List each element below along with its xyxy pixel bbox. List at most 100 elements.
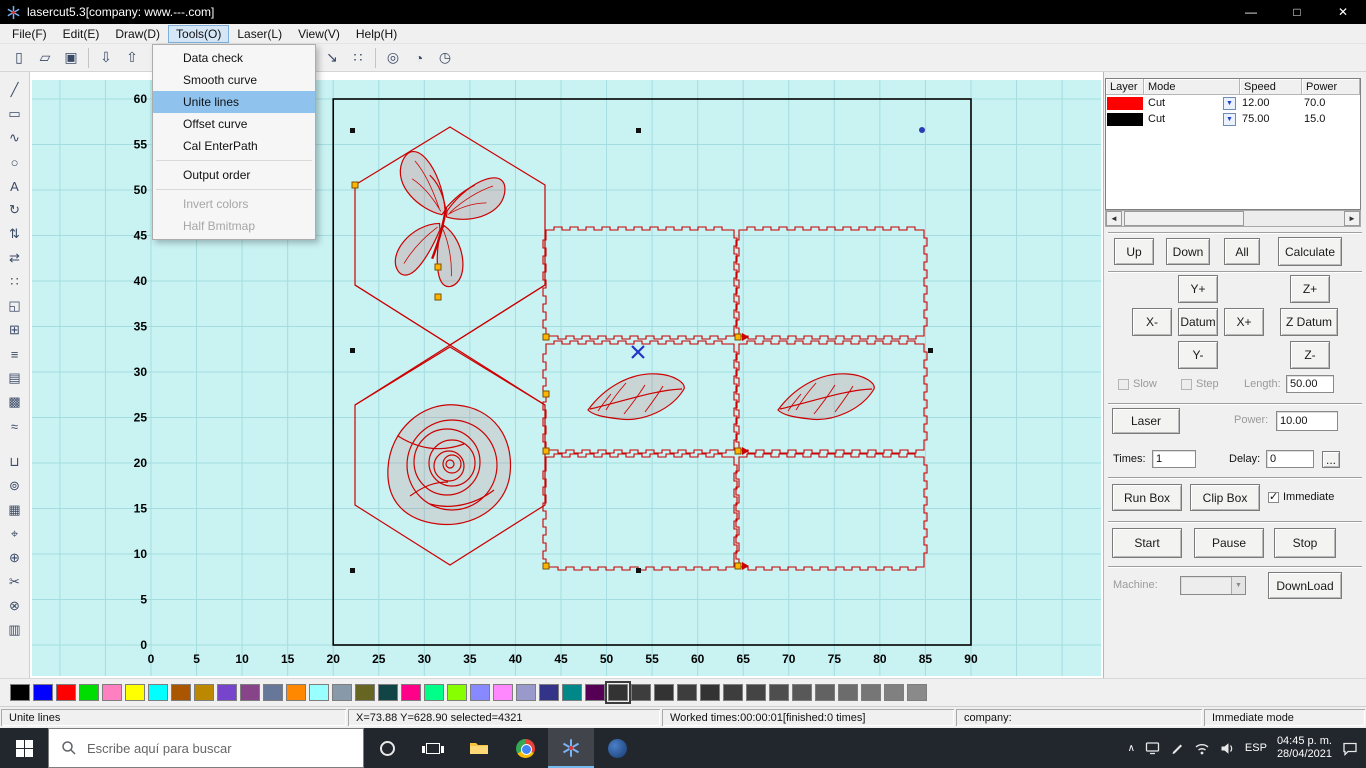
palette-swatch[interactable]	[286, 684, 306, 701]
menu-item-view-v[interactable]: View(V)	[290, 25, 348, 43]
tray-display-icon[interactable]	[1145, 741, 1160, 755]
center-point-icon[interactable]: ⌖	[3, 522, 27, 546]
palette-swatch[interactable]	[79, 684, 99, 701]
menu-item-tools-o[interactable]: Tools(O)	[168, 24, 230, 43]
smooth-icon[interactable]: ≈	[3, 414, 27, 438]
palette-swatch[interactable]	[263, 684, 283, 701]
tray-network-icon[interactable]	[1194, 742, 1210, 755]
ungroup-icon[interactable]: ⊗	[3, 594, 27, 618]
menu-item-file-f[interactable]: File(F)	[4, 25, 55, 43]
scale-icon[interactable]: ◱	[3, 294, 27, 318]
palette-swatch[interactable]	[355, 684, 375, 701]
taskbar-clock[interactable]: 04:45 p. m. 28/04/2021	[1277, 735, 1332, 761]
clip-box-button[interactable]: Clip Box	[1190, 484, 1260, 511]
slow-checkbox[interactable]	[1118, 378, 1129, 390]
menu-item-laser-l[interactable]: Laser(L)	[229, 25, 290, 43]
palette-swatch[interactable]	[10, 684, 30, 701]
palette-swatch[interactable]	[838, 684, 858, 701]
power-input[interactable]: 10.00	[1276, 411, 1338, 431]
palette-swatch[interactable]	[792, 684, 812, 701]
draw-rectangle-icon[interactable]: ▭	[3, 102, 27, 126]
column-header-power[interactable]: Power	[1302, 79, 1360, 95]
palette-swatch[interactable]	[585, 684, 605, 701]
palette-swatch[interactable]	[907, 684, 927, 701]
palette-swatch[interactable]	[769, 684, 789, 701]
hatch-icon[interactable]: ▤	[3, 366, 27, 390]
palette-swatch[interactable]	[677, 684, 697, 701]
machine-select[interactable]: ▼	[1180, 576, 1246, 595]
times-input[interactable]: 1	[1152, 450, 1196, 468]
draw-text-icon[interactable]: A	[3, 174, 27, 198]
weld-icon[interactable]: ⊔	[3, 450, 27, 474]
palette-swatch[interactable]	[125, 684, 145, 701]
layer-mode-dropdown[interactable]: ▼	[1223, 112, 1236, 126]
new-file-icon[interactable]: ▯	[6, 46, 32, 70]
simulate-icon[interactable]: ◔	[406, 46, 432, 70]
close-button[interactable]: ✕	[1320, 0, 1366, 24]
jog-z-minus-button[interactable]: Z-	[1290, 341, 1330, 369]
palette-swatch[interactable]	[539, 684, 559, 701]
menu-item-help-h[interactable]: Help(H)	[348, 25, 405, 43]
scroll-right-button[interactable]: ►	[1344, 211, 1360, 226]
jog-y-minus-button[interactable]: Y-	[1178, 341, 1218, 369]
tools-menu-item-data-check[interactable]: Data check	[153, 47, 315, 69]
minimize-button[interactable]: —	[1228, 0, 1274, 24]
notification-icon[interactable]	[1342, 741, 1358, 756]
jog-x-plus-button[interactable]: X+	[1224, 308, 1264, 336]
jog-y-plus-button[interactable]: Y+	[1178, 275, 1218, 303]
tools-menu-item-unite-lines[interactable]: Unite lines	[153, 91, 315, 113]
tools-menu-item-cal-enterpath[interactable]: Cal EnterPath	[153, 135, 315, 157]
palette-swatch[interactable]	[240, 684, 260, 701]
palette-swatch[interactable]	[102, 684, 122, 701]
jog-z-plus-button[interactable]: Z+	[1290, 275, 1330, 303]
taskbar-lasercut[interactable]	[548, 728, 594, 768]
palette-swatch[interactable]	[56, 684, 76, 701]
palette-swatch[interactable]	[447, 684, 467, 701]
stop-button[interactable]: Stop	[1274, 528, 1336, 558]
palette-swatch[interactable]	[33, 684, 53, 701]
rotate-icon[interactable]: ↻	[3, 198, 27, 222]
down-button[interactable]: Down	[1166, 238, 1210, 265]
cortana-button[interactable]	[364, 728, 410, 768]
taskbar-file-explorer[interactable]	[456, 728, 502, 768]
align-icon[interactable]: ≡	[3, 342, 27, 366]
palette-swatch[interactable]	[746, 684, 766, 701]
time-estimate-icon[interactable]: ◷	[432, 46, 458, 70]
palette-swatch[interactable]	[884, 684, 904, 701]
group-icon[interactable]: ⊕	[3, 546, 27, 570]
language-indicator[interactable]: ESP	[1245, 742, 1267, 754]
tools-menu-item-smooth-curve[interactable]: Smooth curve	[153, 69, 315, 91]
layer-mode-dropdown[interactable]: ▼	[1223, 96, 1236, 110]
palette-swatch[interactable]	[605, 681, 631, 704]
palette-swatch[interactable]	[309, 684, 329, 701]
taskbar-chrome[interactable]	[502, 728, 548, 768]
mirror-horizontal-icon[interactable]: ⇄	[3, 246, 27, 270]
chevron-down-icon[interactable]: ▼	[1231, 577, 1245, 594]
tools-menu-item-output-order[interactable]: Output order	[153, 164, 315, 186]
column-header-mode[interactable]: Mode	[1144, 79, 1240, 95]
jog-x-minus-button[interactable]: X-	[1132, 308, 1172, 336]
layer-table-scrollbar[interactable]: ◄ ►	[1105, 210, 1361, 227]
data-check-icon[interactable]: ◎	[380, 46, 406, 70]
palette-swatch[interactable]	[401, 684, 421, 701]
array-copy-icon[interactable]: ∷	[345, 46, 371, 70]
tray-expand-icon[interactable]: ∧	[1128, 743, 1135, 754]
palette-swatch[interactable]	[861, 684, 881, 701]
z-datum-button[interactable]: Z Datum	[1280, 308, 1338, 336]
start-button[interactable]: Start	[1112, 528, 1182, 558]
palette-swatch[interactable]	[470, 684, 490, 701]
palette-swatch[interactable]	[194, 684, 214, 701]
palette-swatch[interactable]	[424, 684, 444, 701]
pause-button[interactable]: Pause	[1194, 528, 1264, 558]
datum-button[interactable]: Datum	[1178, 308, 1218, 336]
layer-row[interactable]: Cut ▼ 75.00 15.0	[1106, 111, 1360, 127]
up-button[interactable]: Up	[1114, 238, 1154, 265]
mirror-vertical-icon[interactable]: ⇅	[3, 222, 27, 246]
palette-swatch[interactable]	[700, 684, 720, 701]
start-button[interactable]	[0, 728, 48, 768]
delay-input[interactable]: 0	[1266, 450, 1314, 468]
layers-icon[interactable]: ▥	[3, 618, 27, 642]
tools-menu-item-offset-curve[interactable]: Offset curve	[153, 113, 315, 135]
menu-item-draw-d[interactable]: Draw(D)	[107, 25, 168, 43]
task-view-button[interactable]	[410, 728, 456, 768]
